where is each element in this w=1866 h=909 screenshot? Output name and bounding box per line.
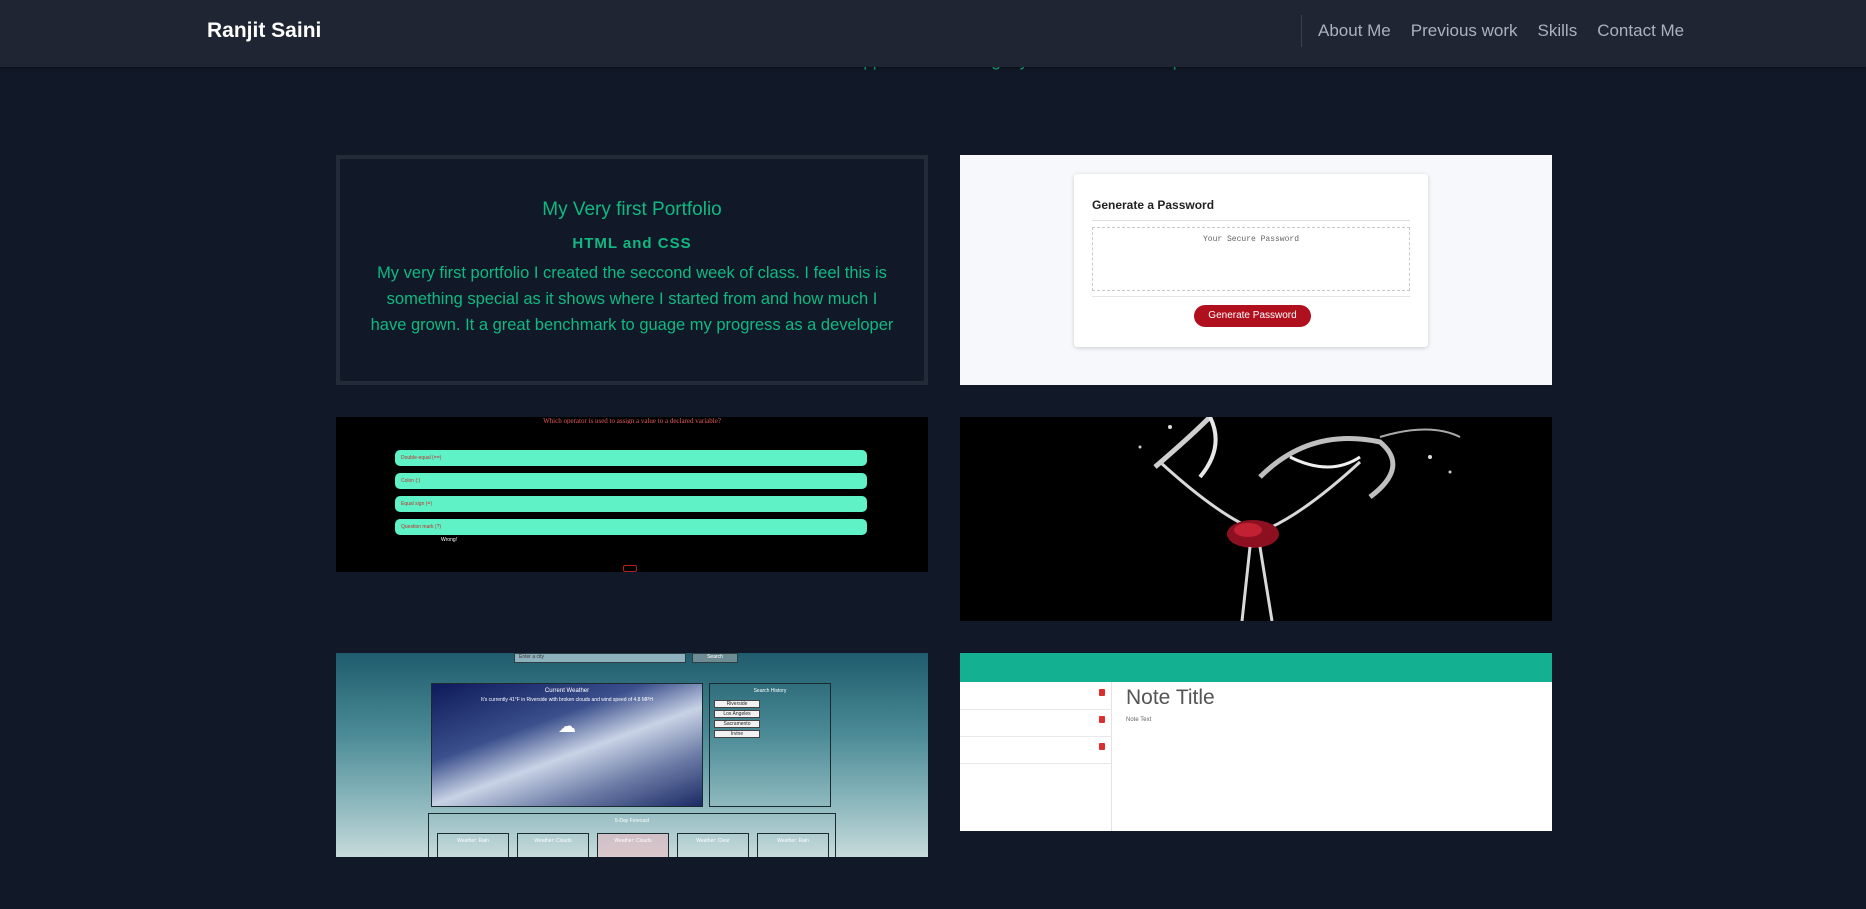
forecast-day: Weather: Rain [437, 833, 509, 857]
history-item: Riverside [714, 700, 760, 708]
search-history-title: Search History [753, 688, 787, 694]
quiz-option: Equal sign (=) [395, 496, 867, 512]
quiz-status: Wrong! [441, 537, 458, 543]
divider [1092, 220, 1410, 221]
nav-link-about[interactable]: About Me [1318, 21, 1391, 41]
history-item: Los Angeles [714, 710, 760, 718]
quiz-option: Double-equal (==) [395, 450, 867, 466]
quiz-submit-mark [623, 565, 637, 572]
weather-search-button: Search [692, 653, 738, 663]
quiz-question: Which operator is used to assign a value… [543, 417, 721, 424]
nav-link-previous-work[interactable]: Previous work [1411, 21, 1518, 41]
divider [1092, 296, 1410, 297]
project-description: My very first portfolio I created the se… [370, 264, 894, 334]
trash-icon [1099, 743, 1105, 750]
project-card-martini-image[interactable] [960, 417, 1552, 621]
nav-links: About Me Previous work Skills Contact Me [1318, 21, 1684, 41]
current-weather-title: Current Weather [544, 688, 590, 694]
current-weather-panel: Current Weather It's currently 41°F in R… [431, 683, 703, 807]
search-history-panel: Search History Riverside Los Angeles Sac… [709, 683, 831, 807]
project-subtitle: HTML and CSS [572, 235, 692, 252]
history-item: Irvine [714, 730, 760, 738]
notes-header [960, 653, 1552, 682]
note-text: Note Text [1126, 717, 1152, 723]
forecast-title: 5-Day Forecast [614, 818, 650, 824]
note-title: Note Title [1126, 686, 1215, 709]
project-card-note-taker[interactable]: Note Title Note Text [960, 653, 1552, 831]
project-card-weather-dashboard[interactable]: Enter a city Search Current Weather It's… [336, 653, 928, 857]
project-card-password-generator[interactable]: Generate a Password Your Secure Password… [960, 155, 1552, 385]
weather-search-input: Enter a city [514, 653, 686, 663]
forecast-day: Weather: Clouds [597, 833, 669, 857]
trash-icon [1099, 689, 1105, 696]
list-item [960, 682, 1112, 710]
project-card-portfolio[interactable]: My Very first Portfolio HTML and CSS My … [336, 155, 928, 385]
notes-list [960, 682, 1112, 831]
martini-glass-image [960, 417, 1552, 621]
nav-divider [1301, 15, 1302, 47]
nav-link-skills[interactable]: Skills [1538, 21, 1578, 41]
forecast-day: Weather: Rain [757, 833, 829, 857]
project-card-quiz[interactable]: Which operator is used to assign a value… [336, 417, 928, 572]
forecast-panel: 5-Day Forecast Weather: Rain Weather: Cl… [428, 813, 836, 857]
quiz-option: Question mark (?) [395, 519, 867, 535]
list-item [960, 736, 1112, 764]
list-item [960, 709, 1112, 737]
brand-name[interactable]: Ranjit Saini [207, 19, 321, 43]
trash-icon [1099, 716, 1105, 723]
history-item: Sacramento [714, 720, 760, 728]
quiz-option: Colon (:) [395, 473, 867, 489]
navbar: Ranjit Saini About Me Previous work Skil… [0, 0, 1866, 67]
generate-password-button: Generate Password [1194, 305, 1311, 327]
password-heading: Generate a Password [1092, 198, 1215, 212]
forecast-day: Weather: Clouds [517, 833, 589, 857]
project-title: My Very first Portfolio [542, 199, 722, 220]
password-generator-preview: Generate a Password Your Secure Password… [1074, 174, 1428, 347]
cloud-icon: ☁ [558, 716, 576, 736]
forecast-day: Weather: Clear [677, 833, 749, 857]
current-weather-description: It's currently 41°F in Riverside with br… [481, 697, 653, 703]
nav-link-contact[interactable]: Contact Me [1597, 21, 1684, 41]
password-output: Your Secure Password [1092, 227, 1410, 291]
